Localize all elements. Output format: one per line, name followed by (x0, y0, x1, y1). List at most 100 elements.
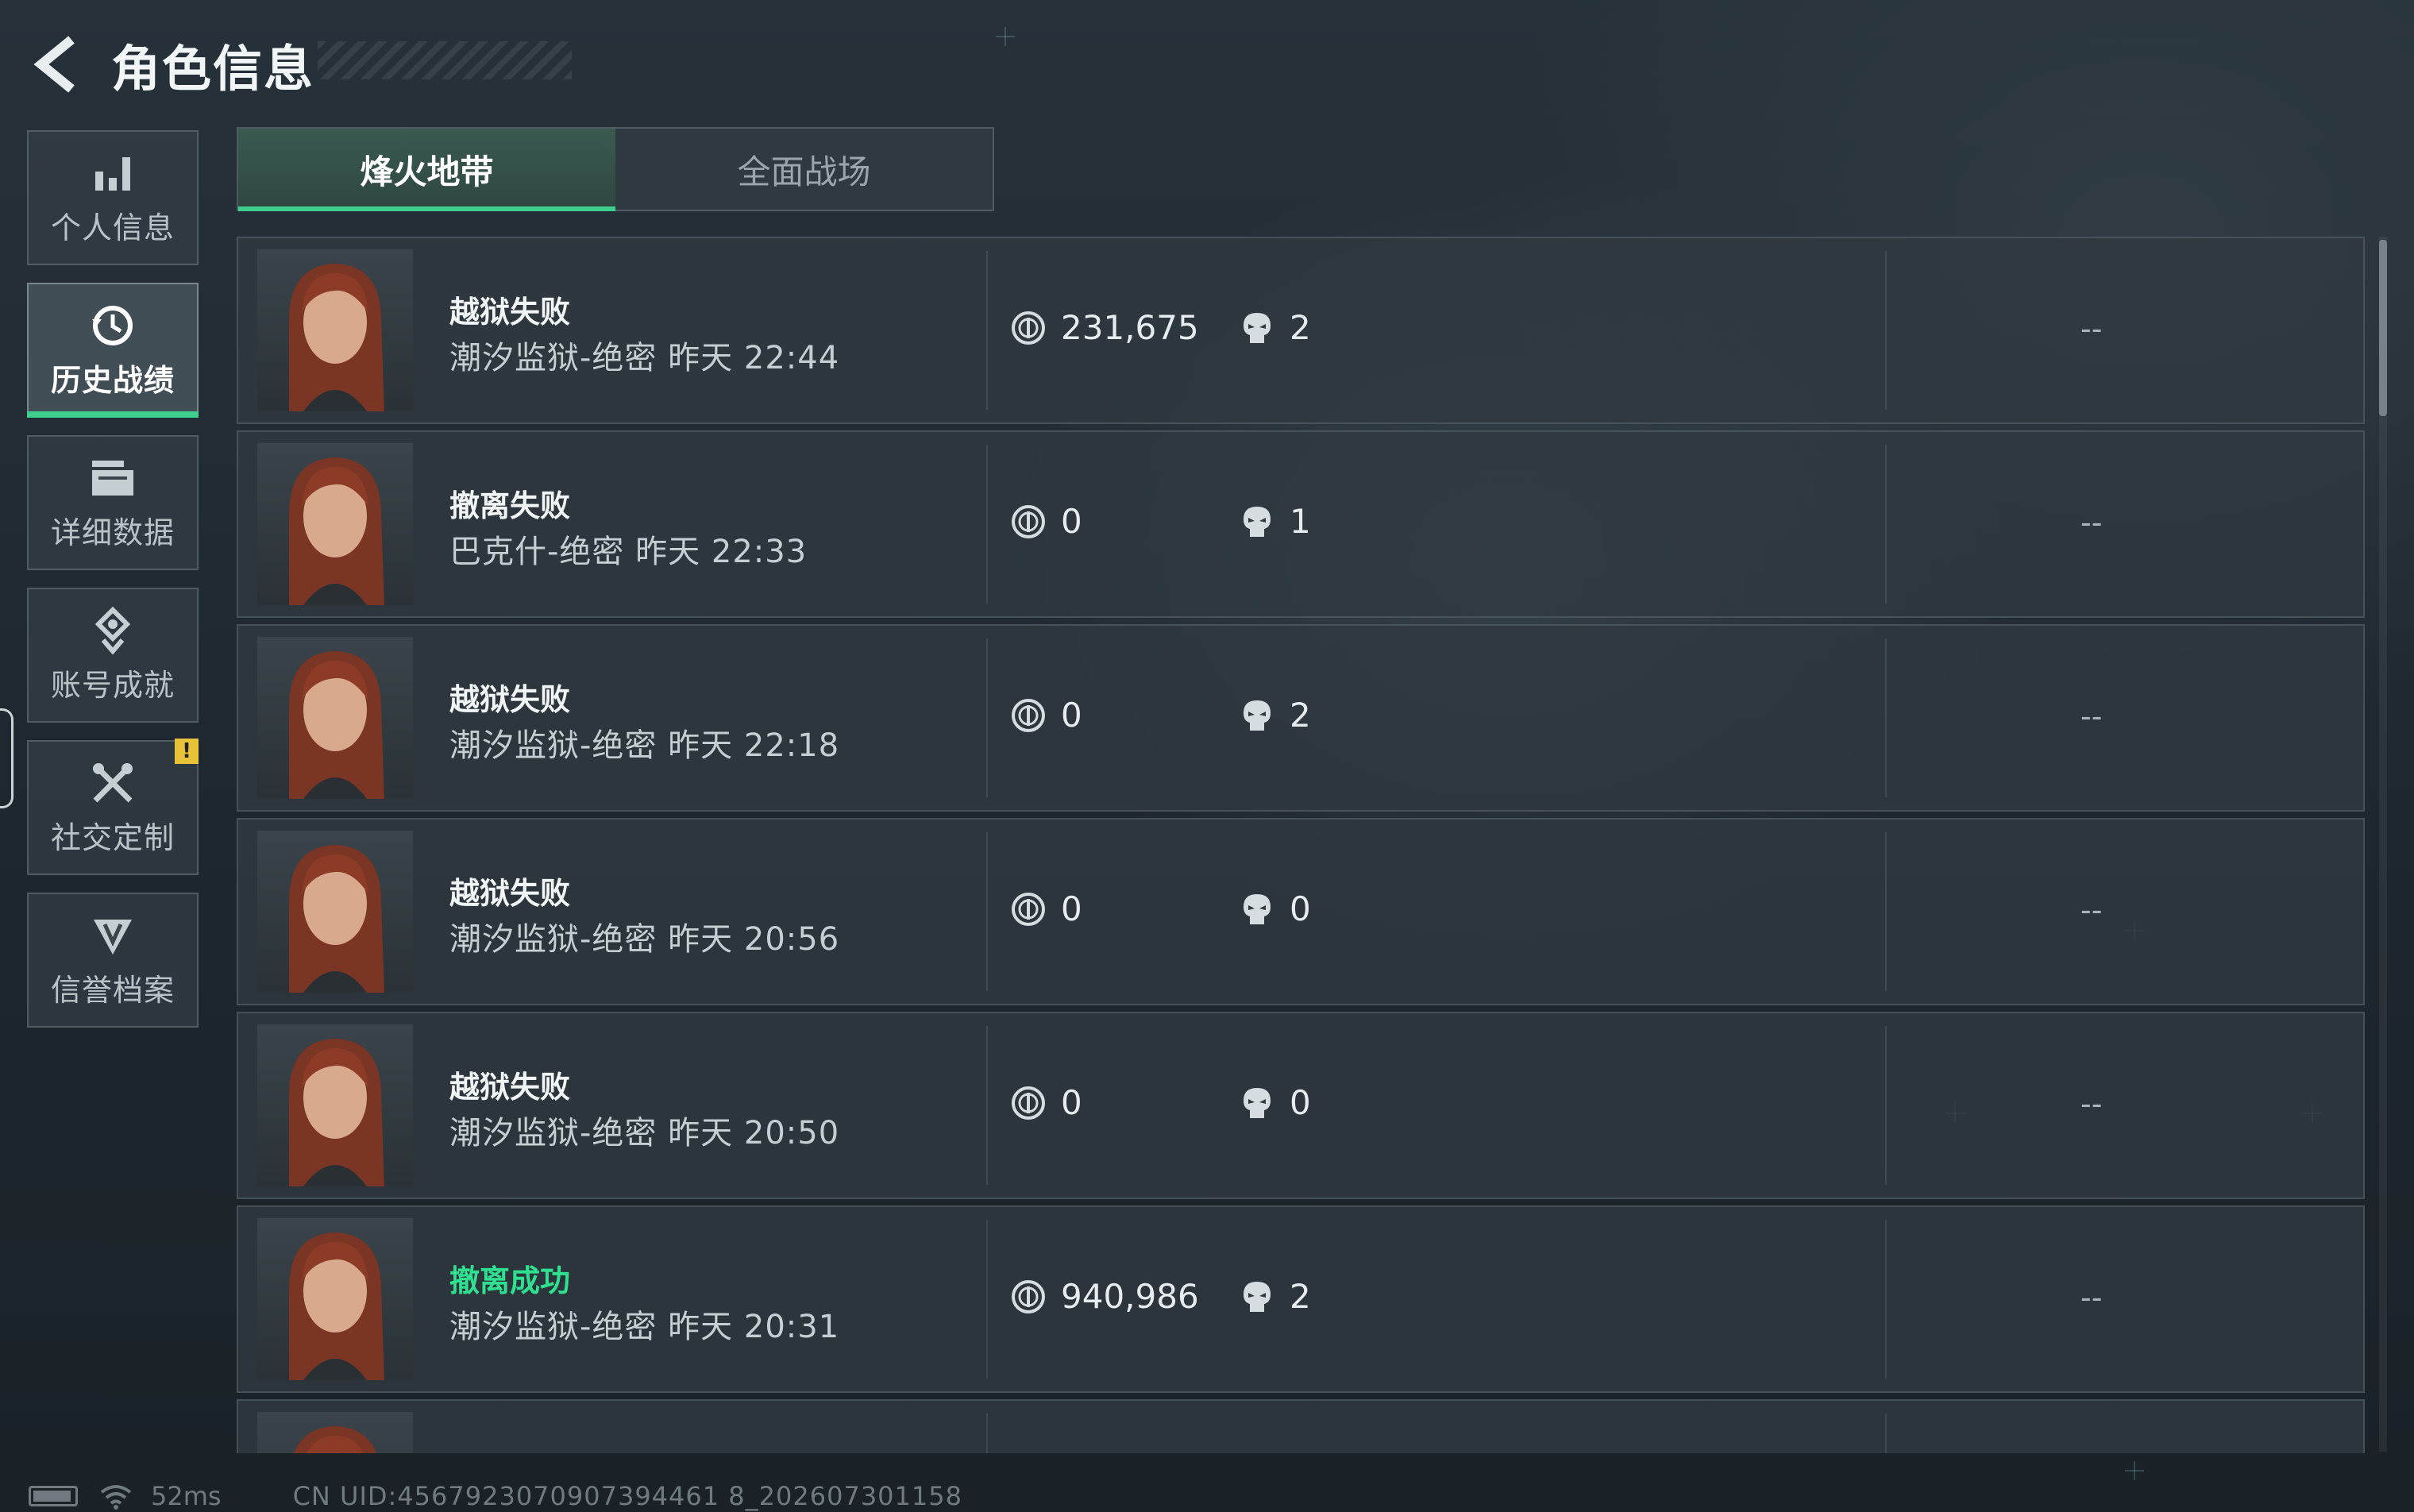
match-time: 昨天 22:44 (668, 340, 840, 376)
skull-icon (1244, 312, 1271, 343)
sidebar-item-personal-info[interactable]: 个人信息 (27, 130, 199, 265)
operator-portrait (257, 1412, 413, 1453)
skull-icon (1244, 893, 1271, 924)
match-map: 巴克什-绝密 (449, 534, 625, 570)
sidebar-item-label: 社交定制 (50, 820, 175, 855)
skull-icon (1244, 700, 1271, 731)
grid-mark (2125, 1461, 2144, 1480)
match-result: 撤离失败 (449, 488, 571, 523)
folder-icon (89, 454, 137, 502)
column-divider (1885, 1414, 1887, 1453)
sidebar: 个人信息 历史战绩 详细数据 账号成就 ! 社交定制 信誉档案 (27, 130, 200, 1045)
match-record-row[interactable]: 越狱失败 潮汐监狱-绝密 昨天 20:56 0 0 -- (237, 818, 2365, 1005)
sidebar-item-label: 历史战绩 (50, 362, 175, 398)
money-amount: 940,986 (1061, 1277, 1199, 1316)
match-time: 昨天 22:18 (668, 727, 840, 764)
tab-warzone[interactable]: 烽火地带 (238, 129, 615, 211)
money-amount: 231,675 (1061, 308, 1199, 347)
column-divider (1885, 251, 1887, 410)
money-amount: 0 (1061, 1083, 1082, 1122)
scrollbar-thumb[interactable] (2379, 240, 2387, 416)
match-meta: 巴克什-绝密 昨天 22:33 (449, 526, 807, 572)
column-divider (1885, 445, 1887, 604)
match-meta: 潮汐监狱-绝密 昨天 20:56 (449, 913, 839, 959)
battery-icon (29, 1486, 78, 1506)
match-meta: 潮汐监狱-绝密 昨天 20:31 (449, 1301, 839, 1347)
clock-history-icon (89, 302, 137, 349)
match-record-row[interactable]: 越狱失败 潮汐监狱-绝密 昨天 22:18 0 2 -- (237, 624, 2365, 812)
money-value: 231,675 (1010, 308, 1199, 347)
match-time: 昨天 20:31 (668, 1309, 840, 1345)
list-scrollbar[interactable] (2379, 237, 2387, 1452)
column-divider (1885, 638, 1887, 797)
sidebar-item-achievements[interactable]: 账号成就 (27, 588, 199, 723)
match-record-row[interactable]: 越狱失败 潮汐监狱-绝密 昨天 22:44 231,675 2 -- (237, 237, 2365, 424)
shield-emblem-icon (89, 912, 137, 959)
back-button[interactable] (29, 33, 84, 96)
match-record-row[interactable]: 越狱失败 潮汐监狱-绝密 昨天 20:50 0 0 -- (237, 1012, 2365, 1199)
column-divider (986, 1220, 988, 1379)
kill-amount: 1 (1290, 502, 1311, 541)
warning-badge: ! (175, 739, 199, 764)
money-value: 0 (1010, 696, 1082, 735)
wifi-icon (100, 1485, 132, 1510)
money-value: 0 (1010, 889, 1082, 928)
sidebar-item-reputation[interactable]: 信誉档案 (27, 893, 199, 1028)
sidebar-item-label: 个人信息 (50, 210, 175, 245)
sidebar-item-detailed-data[interactable]: 详细数据 (27, 435, 199, 570)
money-amount: 0 (1061, 502, 1082, 541)
column-divider (986, 832, 988, 991)
money-value: 0 (1010, 502, 1082, 541)
match-time: 昨天 20:50 (668, 1115, 840, 1151)
match-meta: 潮汐监狱-绝密 昨天 22:44 (449, 332, 839, 378)
match-record-row[interactable]: 撤离失败 巴克什-绝密 昨天 22:33 0 1 -- (237, 430, 2365, 618)
operator-portrait (257, 831, 413, 993)
skull-icon (1244, 1281, 1271, 1312)
match-result: 撤离成功 (449, 1263, 571, 1298)
extra-value: -- (2080, 1280, 2103, 1315)
skull-icon (1244, 1087, 1271, 1118)
match-result: 越狱失败 (449, 876, 571, 911)
operator-portrait (257, 1218, 413, 1380)
sidebar-item-social-custom[interactable]: ! 社交定制 (27, 739, 199, 875)
kill-amount: 2 (1290, 1277, 1311, 1316)
tab-full-battlefield[interactable]: 全面战场 (615, 129, 993, 210)
mode-tabs: 烽火地带 全面战场 (237, 127, 994, 211)
kill-count: 2 (1239, 308, 1311, 347)
money-amount: 0 (1061, 889, 1082, 928)
operator-portrait (257, 249, 413, 411)
column-divider (1885, 832, 1887, 991)
match-record-row-partial[interactable] (237, 1399, 2365, 1453)
match-result: 越狱失败 (449, 1070, 571, 1105)
column-divider (1885, 1220, 1887, 1379)
currency-icon (1012, 892, 1045, 926)
operator-portrait (257, 443, 413, 605)
sidebar-item-match-history[interactable]: 历史战绩 (27, 283, 199, 418)
kill-count: 1 (1239, 502, 1311, 541)
kill-amount: 2 (1290, 696, 1311, 735)
currency-icon (1012, 310, 1045, 345)
operator-portrait (257, 1024, 413, 1186)
kill-amount: 2 (1290, 308, 1311, 347)
medal-icon (89, 606, 137, 654)
chevron-left-icon (33, 36, 75, 93)
match-map: 潮汐监狱-绝密 (449, 340, 657, 376)
match-history-list[interactable]: 越狱失败 潮汐监狱-绝密 昨天 22:44 231,675 2 -- 撤离失败 … (237, 237, 2368, 1453)
skull-icon (1244, 506, 1271, 537)
kill-count: 0 (1239, 889, 1311, 928)
kill-count: 0 (1239, 1083, 1311, 1122)
operator-portrait (257, 637, 413, 799)
column-divider (986, 445, 988, 604)
match-time: 昨天 22:33 (635, 534, 808, 570)
sidebar-item-label: 信誉档案 (50, 972, 175, 1008)
side-drawer-handle[interactable] (0, 708, 13, 808)
ping-text: 52ms (151, 1481, 222, 1511)
money-amount: 0 (1061, 696, 1082, 735)
sidebar-item-label: 账号成就 (50, 667, 175, 703)
column-divider (986, 1026, 988, 1185)
match-meta: 潮汐监狱-绝密 昨天 20:50 (449, 1107, 839, 1153)
match-record-row[interactable]: 撤离成功 潮汐监狱-绝密 昨天 20:31 940,986 2 -- (237, 1205, 2365, 1393)
extra-value: -- (2080, 505, 2103, 540)
currency-icon (1012, 1086, 1045, 1120)
column-divider (1885, 1026, 1887, 1185)
